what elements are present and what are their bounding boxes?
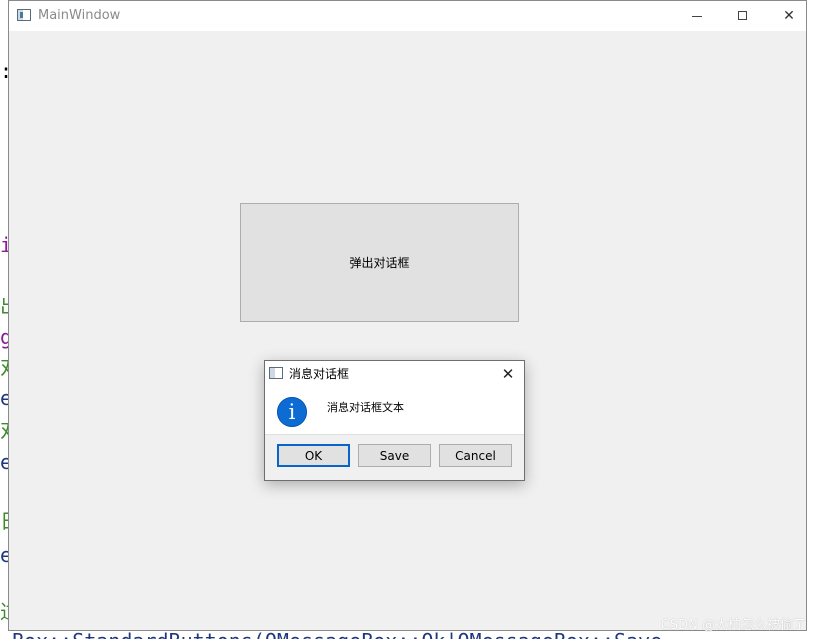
popup-dialog-button[interactable]: 弹出对话框 [240, 203, 519, 322]
ok-button[interactable]: OK [277, 444, 350, 467]
cancel-button[interactable]: Cancel [439, 444, 512, 467]
minimize-button[interactable] [674, 1, 720, 31]
qt-window-icon [17, 9, 31, 21]
maximize-button[interactable] [720, 1, 766, 31]
main-window-titlebar[interactable]: MainWindow ✕ [9, 1, 806, 31]
dialog-button-bar: OK Save Cancel [265, 434, 524, 480]
watermark: CSDN @大柏怎么被偷了 [660, 618, 806, 633]
main-window: MainWindow ✕ 弹出对话框 [8, 0, 807, 631]
bg-code-bottom-line: Box::StandardButtons(QMessageBox::Ok|QMe… [12, 630, 662, 639]
minimize-icon [692, 16, 702, 17]
dialog-title: 消息对话框 [289, 367, 350, 381]
maximize-icon [738, 11, 747, 20]
dialog-message: 消息对话框文本 [327, 401, 404, 414]
message-box-dialog: 消息对话框 ✕ i 消息对话框文本 OK Save Cancel [264, 360, 525, 481]
close-icon: ✕ [783, 8, 795, 24]
info-icon: i [277, 397, 307, 427]
save-button[interactable]: Save [358, 444, 431, 467]
dialog-close-button[interactable]: ✕ [497, 363, 519, 385]
main-window-title: MainWindow [38, 8, 121, 23]
qt-window-icon [269, 367, 283, 379]
close-button[interactable]: ✕ [766, 1, 812, 31]
close-icon: ✕ [501, 365, 515, 383]
desktop: : i 出 g 对 e 对 e 日 e 过 Box::StandardButto… [0, 0, 816, 639]
